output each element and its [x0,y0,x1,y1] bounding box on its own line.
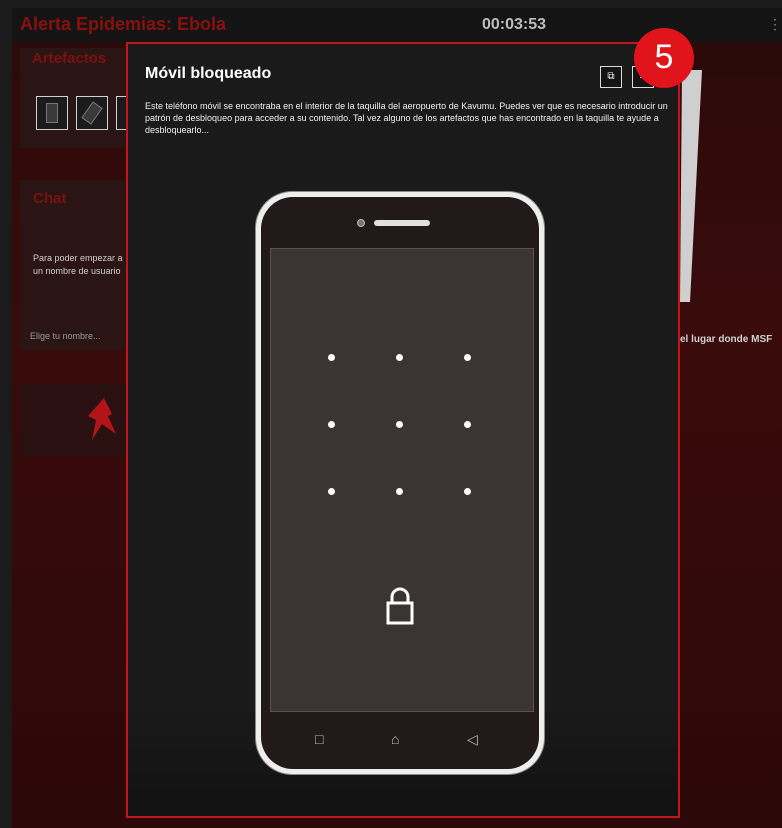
pattern-dot[interactable] [328,488,335,495]
game-timer: 00:03:53 [482,16,547,33]
phone-body: □ ⌂ ◁ [261,197,539,769]
recent-apps-icon[interactable]: □ [315,731,323,747]
grid-dots-icon[interactable]: ⋮⋮ [768,16,782,33]
artifact-icon [46,103,58,123]
phone-screen[interactable] [270,248,534,712]
lock-icon [386,587,414,625]
step-number-badge: 5 [634,28,694,88]
chat-text-line: un nombre de usuario [33,266,121,276]
background-text: el lugar donde MSF [680,334,773,345]
phone-device: □ ⌂ ◁ [256,192,544,774]
pattern-dot[interactable] [396,488,403,495]
modal-title: Móvil bloqueado [145,65,272,82]
pattern-dot[interactable] [396,421,403,428]
speaker-grille [374,220,430,226]
pattern-dot[interactable] [464,354,471,361]
back-icon[interactable]: ◁ [467,731,478,748]
artifact-icon [81,101,103,125]
pattern-dot[interactable] [396,354,403,361]
expand-icon[interactable]: ⧉ [600,66,622,88]
modal-description: Este teléfono móvil se encontraba en el … [145,101,668,135]
msf-logo-icon [88,398,116,440]
pattern-dot[interactable] [464,421,471,428]
phone-nav-bar: □ ⌂ ◁ [261,717,539,757]
pattern-dot[interactable] [328,421,335,428]
artifacts-title: Artefactos [32,50,107,67]
pattern-dot[interactable] [328,354,335,361]
artifact-slot-2[interactable] [76,96,108,130]
camera-icon [357,219,365,227]
locked-phone-modal: Móvil bloqueado ⧉ ✕ Este teléfono móvil … [126,42,680,818]
chat-instructions: Para poder empezar a un nombre de usuari… [33,252,128,278]
artifact-slot-1[interactable] [36,96,68,130]
chat-text-line: Para poder empezar a [33,253,123,263]
home-icon[interactable]: ⌂ [391,731,399,747]
chat-name-input[interactable]: Elige tu nombre... [30,331,101,341]
pattern-dot[interactable] [464,488,471,495]
app-title: Alerta Epidemias: Ebola [20,14,227,34]
background-image-edge [680,70,702,302]
chat-title: Chat [33,190,67,207]
